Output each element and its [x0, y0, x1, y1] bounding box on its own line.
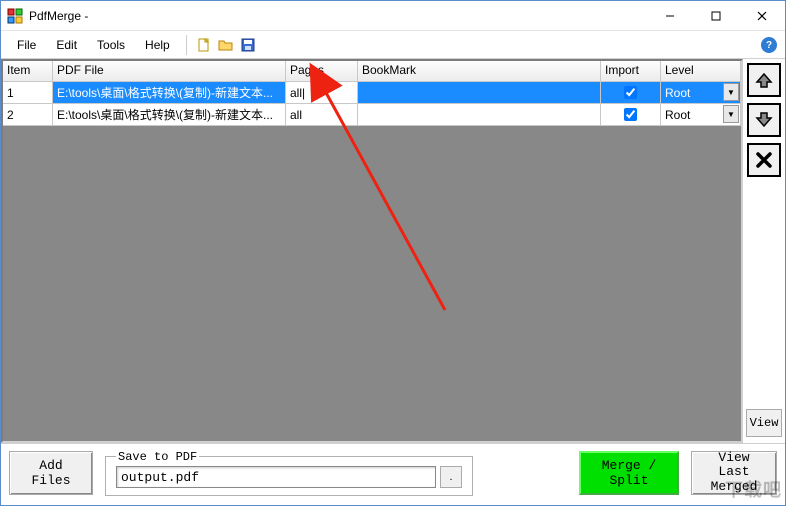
import-checkbox[interactable]: [624, 108, 637, 121]
maximize-button[interactable]: [693, 1, 739, 31]
cell-file: E:\tools\桌面\格式转换\(复制)-新建文本...: [53, 82, 286, 104]
output-path-input[interactable]: [116, 466, 436, 488]
pages-input-value[interactable]: all: [290, 86, 305, 100]
menubar: File Edit Tools Help ?: [1, 31, 785, 59]
table-header: Item PDF File Pages BookMark Import Leve…: [3, 61, 741, 82]
save-legend: Save to PDF: [116, 450, 199, 464]
table-row[interactable]: 2 E:\tools\桌面\格式转换\(复制)-新建文本... all Root…: [3, 104, 741, 126]
cell-item: 1: [3, 82, 53, 104]
view-last-merged-button[interactable]: View Last Merged: [691, 451, 777, 495]
cell-bookmark: [358, 82, 601, 104]
add-files-button[interactable]: Add Files: [9, 451, 93, 495]
save-icon[interactable]: [240, 37, 256, 53]
col-bookmark[interactable]: BookMark: [358, 61, 601, 82]
cell-pages[interactable]: all: [286, 104, 358, 126]
col-pdf-file[interactable]: PDF File: [53, 61, 286, 82]
col-level[interactable]: Level: [661, 61, 741, 82]
menu-edit[interactable]: Edit: [46, 34, 87, 56]
workarea: Item PDF File Pages BookMark Import Leve…: [1, 59, 785, 443]
help-icon[interactable]: ?: [761, 37, 777, 53]
delete-button[interactable]: [747, 143, 781, 177]
move-down-button[interactable]: [747, 103, 781, 137]
file-table: Item PDF File Pages BookMark Import Leve…: [1, 59, 743, 443]
level-value: Root: [665, 108, 690, 122]
menu-tools[interactable]: Tools: [87, 34, 135, 56]
cell-bookmark: [358, 104, 601, 126]
table-row[interactable]: 1 E:\tools\桌面\格式转换\(复制)-新建文本... all Root…: [3, 82, 741, 104]
new-icon[interactable]: [196, 37, 212, 53]
toolbar-divider: [186, 35, 187, 55]
minimize-button[interactable]: [647, 1, 693, 31]
cell-import[interactable]: [601, 82, 661, 104]
col-item[interactable]: Item: [3, 61, 53, 82]
save-to-pdf-group: Save to PDF .: [105, 450, 473, 496]
move-up-button[interactable]: [747, 63, 781, 97]
open-folder-icon[interactable]: [218, 37, 234, 53]
window-title: PdfMerge -: [29, 9, 88, 23]
merge-split-button[interactable]: Merge / Split: [579, 451, 679, 495]
cell-pages-editing[interactable]: all: [286, 82, 358, 104]
cell-import[interactable]: [601, 104, 661, 126]
browse-button[interactable]: .: [440, 466, 462, 488]
table-body: 1 E:\tools\桌面\格式转换\(复制)-新建文本... all Root…: [3, 82, 741, 441]
menu-file[interactable]: File: [7, 34, 46, 56]
menu-help[interactable]: Help: [135, 34, 180, 56]
col-import[interactable]: Import: [601, 61, 661, 82]
level-value: Root: [665, 86, 690, 100]
side-toolbar: View: [743, 59, 785, 443]
level-dropdown-arrow[interactable]: ▼: [723, 83, 739, 101]
cell-level[interactable]: Root ▼: [661, 104, 741, 126]
view-button[interactable]: View: [746, 409, 782, 437]
import-checkbox[interactable]: [624, 86, 637, 99]
cell-level[interactable]: Root ▼: [661, 82, 741, 104]
cell-item: 2: [3, 104, 53, 126]
app-icon: [7, 8, 23, 24]
bottom-toolbar: Add Files Save to PDF . Merge / Split Vi…: [1, 443, 785, 501]
titlebar: PdfMerge -: [1, 1, 785, 31]
col-pages[interactable]: Pages: [286, 61, 358, 82]
level-dropdown-arrow[interactable]: ▼: [723, 105, 739, 123]
cell-file: E:\tools\桌面\格式转换\(复制)-新建文本...: [53, 104, 286, 126]
close-button[interactable]: [739, 1, 785, 31]
